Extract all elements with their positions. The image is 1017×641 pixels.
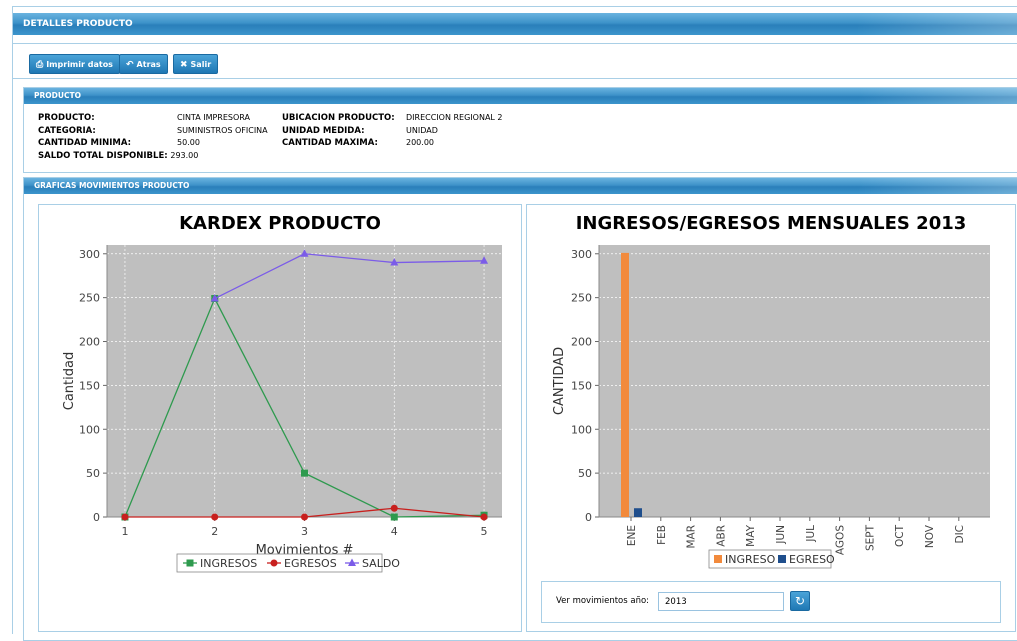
y-tick-label: 50 [578, 467, 592, 480]
data-point-egresos [480, 513, 488, 521]
legend-swatch [778, 555, 786, 563]
legend-marker [270, 559, 278, 567]
print-button-label: Imprimir datos [46, 60, 113, 69]
monthly-chart: INGRESOS/EGRESOS MENSUALES 2013 0 50 100 15… [526, 204, 1016, 632]
x-tick-label: FEB [656, 525, 668, 545]
y-tick-label: 300 [79, 248, 100, 261]
data-point-egresos [390, 504, 398, 512]
charts-section: GRAFICAS MOVIMIENTOS PRODUCTO KARDEX PRO… [23, 177, 1017, 641]
refresh-icon: ↻ [794, 594, 806, 608]
x-tick-label: NOV [924, 524, 936, 548]
saldo-label: SALDO TOTAL DISPONIBLE: [38, 150, 168, 161]
producto-value: CINTA IMPRESORA [177, 113, 250, 122]
unidad-value: UNIDAD [406, 125, 438, 135]
page-title-text: DETALLES PRODUCTO [23, 19, 133, 29]
bar-egreso-ene [634, 508, 642, 517]
back-button-label: Atras [136, 60, 161, 69]
back-arrow-icon: ↶ [126, 60, 134, 70]
x-tick-label: MAY [745, 524, 757, 546]
page-title: DETALLES PRODUCTO [13, 13, 1017, 35]
categoria-label: CATEGORIA: [38, 125, 96, 136]
x-tick-label: OCT [894, 524, 906, 547]
y-axis-label: Cantidad [62, 352, 77, 410]
x-tick-label: 3 [301, 525, 308, 538]
close-icon: ✖ [180, 60, 188, 70]
cantidad-maxima-value: 200.00 [406, 138, 434, 147]
y-tick-label: 100 [571, 423, 592, 436]
producto-label: PRODUCTO: [38, 113, 95, 123]
y-tick-label: 250 [79, 292, 100, 305]
exit-button[interactable]: ✖ Salir [173, 54, 219, 74]
categoria-value: SUMINISTROS OFICINA [177, 125, 268, 135]
toolbar: ⎙ Imprimir datos ↶ Atras ✖ Salir [13, 43, 1017, 79]
x-tick-label: ENE [626, 525, 638, 546]
y-tick-label: 200 [571, 336, 592, 349]
y-tick-label: 50 [86, 467, 100, 480]
year-input[interactable] [658, 592, 784, 611]
data-point-ingresos [301, 469, 308, 477]
x-tick-label: 4 [391, 525, 398, 538]
y-tick-label: 250 [571, 292, 592, 305]
cantidad-minima-label: CANTIDAD MINIMA: [38, 138, 132, 148]
legend-label: SALDO [362, 557, 400, 570]
y-axis-label: CANTIDAD [552, 347, 567, 415]
print-button[interactable]: ⎙ Imprimir datos [29, 54, 120, 74]
legend-label: INGRESO [725, 553, 776, 566]
x-tick-label: JUN [775, 525, 787, 545]
y-tick-label: 200 [79, 336, 100, 349]
exit-button-label: Salir [190, 60, 212, 69]
year-filter: Ver movimientos año: ↻ [541, 581, 1001, 623]
data-point-egresos [301, 513, 308, 521]
charts-section-header: GRAFICAS MOVIMIENTOS PRODUCTO [24, 178, 1017, 194]
kardex-chart: KARDEX PRODUCTO 0 50 100 150 200 250 300 1 2 3 4 5 M… [38, 204, 522, 632]
y-tick-label: 300 [571, 248, 592, 261]
y-tick-label: 0 [585, 511, 592, 524]
x-tick-label: MAR [686, 525, 698, 549]
product-section-header: PRODUCTO [24, 88, 1017, 104]
x-tick-label: 1 [121, 525, 128, 538]
legend-label: INGRESOS [200, 557, 257, 570]
back-button[interactable]: ↶ Atras [119, 54, 168, 74]
plot-area [599, 245, 990, 517]
legend-label: EGRESOS [284, 557, 337, 570]
data-point-ingresos [390, 513, 398, 521]
product-info-right: UBICACION PRODUCTO: DIRECCION REGIONAL 2 … [282, 112, 503, 150]
product-section-title: PRODUCTO [34, 91, 81, 100]
data-point-egresos [121, 513, 129, 521]
saldo-value: 293.00 [170, 150, 199, 160]
charts-section-title: GRAFICAS MOVIMIENTOS PRODUCTO [34, 181, 190, 190]
y-tick-label: 100 [79, 423, 100, 436]
legend-label: EGRESO [789, 553, 835, 566]
bar-ingreso-ene [621, 252, 629, 517]
cantidad-minima-value: 50.00 [177, 138, 200, 147]
printer-icon: ⎙ [36, 60, 44, 70]
x-tick-label: 2 [211, 525, 218, 538]
year-filter-label: Ver movimientos año: [556, 596, 650, 606]
x-tick-label: ABR [715, 525, 727, 547]
product-section: PRODUCTO PRODUCTO: CINTA IMPRESORA CATEGO… [23, 87, 1017, 173]
cantidad-maxima-label: CANTIDAD MAXIMA: [282, 138, 378, 148]
main-window: DETALLES PRODUCTO ⎙ Imprimir datos ↶ Atras… [12, 6, 1017, 641]
x-tick-label: JUL [805, 525, 817, 543]
y-tick-label: 0 [93, 511, 100, 524]
kardex-chart-title: KARDEX PRODUCTO [179, 213, 381, 234]
data-point-egresos [211, 513, 219, 521]
y-tick-label: 150 [571, 379, 592, 392]
y-tick-label: 150 [79, 379, 100, 392]
product-info-left: PRODUCTO: CINTA IMPRESORA CATEGORIA: SUMIN… [38, 112, 268, 162]
kardex-chart-svg: 0501001502002503001 2 3 4 5Movimientos #Cant… [62, 245, 502, 573]
x-tick-label: DIC [954, 525, 966, 544]
refresh-button[interactable]: ↻ [790, 591, 810, 611]
unidad-label: UNIDAD MEDIDA: [282, 125, 365, 136]
x-tick-label: 5 [481, 525, 488, 538]
ubicacion-label: UBICACION PRODUCTO: [282, 113, 395, 123]
x-tick-label: AGOS [835, 525, 847, 555]
monthly-chart-svg: 0 50 100 150 200 250 300 CANTIDAD ENE FEB MAR ABR MA… [552, 245, 990, 569]
legend-marker [186, 559, 194, 567]
monthly-chart-title: INGRESOS/EGRESOS MENSUALES 2013 [575, 213, 967, 234]
ubicacion-value: DIRECCION REGIONAL 2 [406, 113, 503, 122]
legend-swatch [714, 555, 722, 563]
x-tick-label: SEPT [864, 524, 876, 551]
